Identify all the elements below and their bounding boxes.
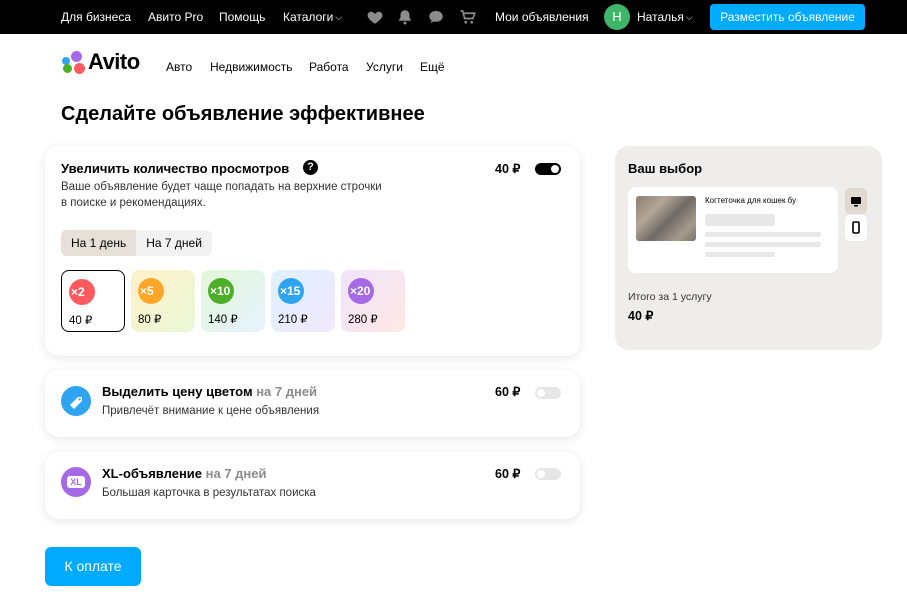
nav-jobs[interactable]: Работа — [309, 60, 349, 74]
desktop-icon[interactable] — [845, 188, 867, 214]
nav-more[interactable]: Ещё — [420, 60, 445, 74]
summary-title: Ваш выбор — [628, 161, 703, 176]
avito-pro-link[interactable]: Авито Pro — [148, 10, 203, 24]
avito-logo[interactable]: Avito — [61, 49, 140, 74]
user-name: Наталья — [637, 10, 684, 24]
cart-icon[interactable] — [459, 8, 477, 26]
nav-services[interactable]: Услуги — [366, 60, 403, 74]
ad-thumbnail — [636, 196, 696, 241]
views-boost-description: Ваше объявление будет чаще попадать на в… — [61, 179, 382, 211]
views-boost-title: Увеличить количество просмотров — [61, 161, 290, 176]
logo-text: Avito — [88, 49, 140, 74]
multiplier-badge: ×15 — [278, 278, 304, 304]
chevron-down-icon: ⌵ — [335, 12, 343, 22]
placeholder-bar — [705, 242, 821, 247]
pay-button[interactable]: К оплате — [45, 547, 141, 586]
highlight-price-period: на 7 дней — [256, 384, 318, 399]
views-boost-toggle[interactable] — [535, 163, 561, 175]
placeholder-bar — [705, 232, 821, 237]
for-business-link[interactable]: Для бизнеса — [61, 10, 131, 24]
xl-ad-description: Большая карточка в результатах поиска — [102, 487, 316, 499]
highlight-price-price: 60 ₽ — [495, 385, 521, 399]
post-ad-button[interactable]: Разместить объявление — [710, 4, 865, 30]
description-line: в поиске и рекомендациях. — [61, 197, 206, 209]
tag-icon — [61, 386, 91, 416]
nav-realty[interactable]: Недвижимость — [210, 60, 293, 74]
multiplier-badge: ×2 — [69, 279, 95, 305]
multiplier-x5[interactable]: ×5 80 ₽ — [131, 270, 195, 332]
catalogs-menu[interactable]: Каталоги ⌵ — [283, 10, 342, 24]
catalogs-label: Каталоги — [283, 10, 334, 24]
total-price: 40 ₽ — [628, 309, 654, 323]
highlight-price-title-text: Выделить цену цветом — [102, 384, 253, 399]
xl-ad-toggle[interactable] — [535, 468, 561, 480]
chevron-down-icon: ⌵ — [685, 12, 693, 22]
multiplier-price: 210 ₽ — [278, 314, 308, 326]
placeholder-bar — [705, 252, 775, 257]
multiplier-x15[interactable]: ×15 210 ₽ — [271, 270, 335, 332]
ad-preview-title: Когтеточка для кошек бу — [705, 196, 797, 205]
page-title: Сделайте объявление эффективнее — [61, 103, 425, 125]
placeholder-bar — [705, 214, 775, 226]
multiplier-x10[interactable]: ×10 140 ₽ — [201, 270, 265, 332]
multiplier-badge: ×20 — [348, 278, 374, 304]
multiplier-x20[interactable]: ×20 280 ₽ — [341, 270, 405, 332]
highlight-price-title: Выделить цену цветом на 7 дней — [102, 384, 317, 399]
logo-dots-icon — [61, 50, 87, 74]
top-bar: Для бизнеса Авито Pro Помощь Каталоги ⌵ М… — [0, 0, 907, 34]
xl-ad-title: XL-объявление на 7 дней — [102, 466, 267, 481]
multiplier-badge: ×10 — [208, 278, 234, 304]
xl-icon: XL — [61, 467, 91, 497]
description-line: Ваше объявление будет чаще попадать на в… — [61, 181, 382, 193]
nav-auto[interactable]: Авто — [166, 60, 192, 74]
highlight-price-description: Привлечёт внимание к цене объявления — [102, 405, 320, 417]
period-7-days[interactable]: На 7 дней — [136, 230, 212, 256]
xl-icon-label: XL — [67, 476, 85, 488]
multiplier-badge: ×5 — [138, 278, 164, 304]
heart-icon[interactable] — [366, 8, 384, 26]
user-menu[interactable]: Наталья ⌵ — [637, 10, 693, 24]
highlight-price-toggle[interactable] — [535, 387, 561, 399]
avatar[interactable]: Н — [604, 4, 630, 30]
multiplier-price: 140 ₽ — [208, 314, 238, 326]
bell-icon[interactable] — [396, 8, 414, 26]
period-1-day[interactable]: На 1 день — [61, 230, 137, 256]
multiplier-price: 280 ₽ — [348, 314, 378, 326]
multiplier-x2[interactable]: ×2 40 ₽ — [61, 270, 125, 332]
help-icon[interactable]: ? — [303, 160, 318, 175]
help-link[interactable]: Помощь — [219, 10, 265, 24]
xl-ad-price: 60 ₽ — [495, 467, 521, 481]
xl-ad-period: на 7 дней — [205, 466, 267, 481]
total-label: Итого за 1 услугу — [628, 291, 712, 303]
multiplier-price: 80 ₽ — [138, 314, 162, 326]
chat-icon[interactable] — [427, 8, 445, 26]
period-selector: На 1 день На 7 дней — [61, 230, 212, 256]
my-ads-link[interactable]: Мои объявления — [495, 10, 589, 24]
xl-ad-title-text: XL-объявление — [102, 466, 203, 481]
mobile-icon[interactable] — [845, 215, 867, 241]
views-boost-price: 40 ₽ — [495, 162, 521, 176]
multiplier-price: 40 ₽ — [69, 315, 93, 327]
